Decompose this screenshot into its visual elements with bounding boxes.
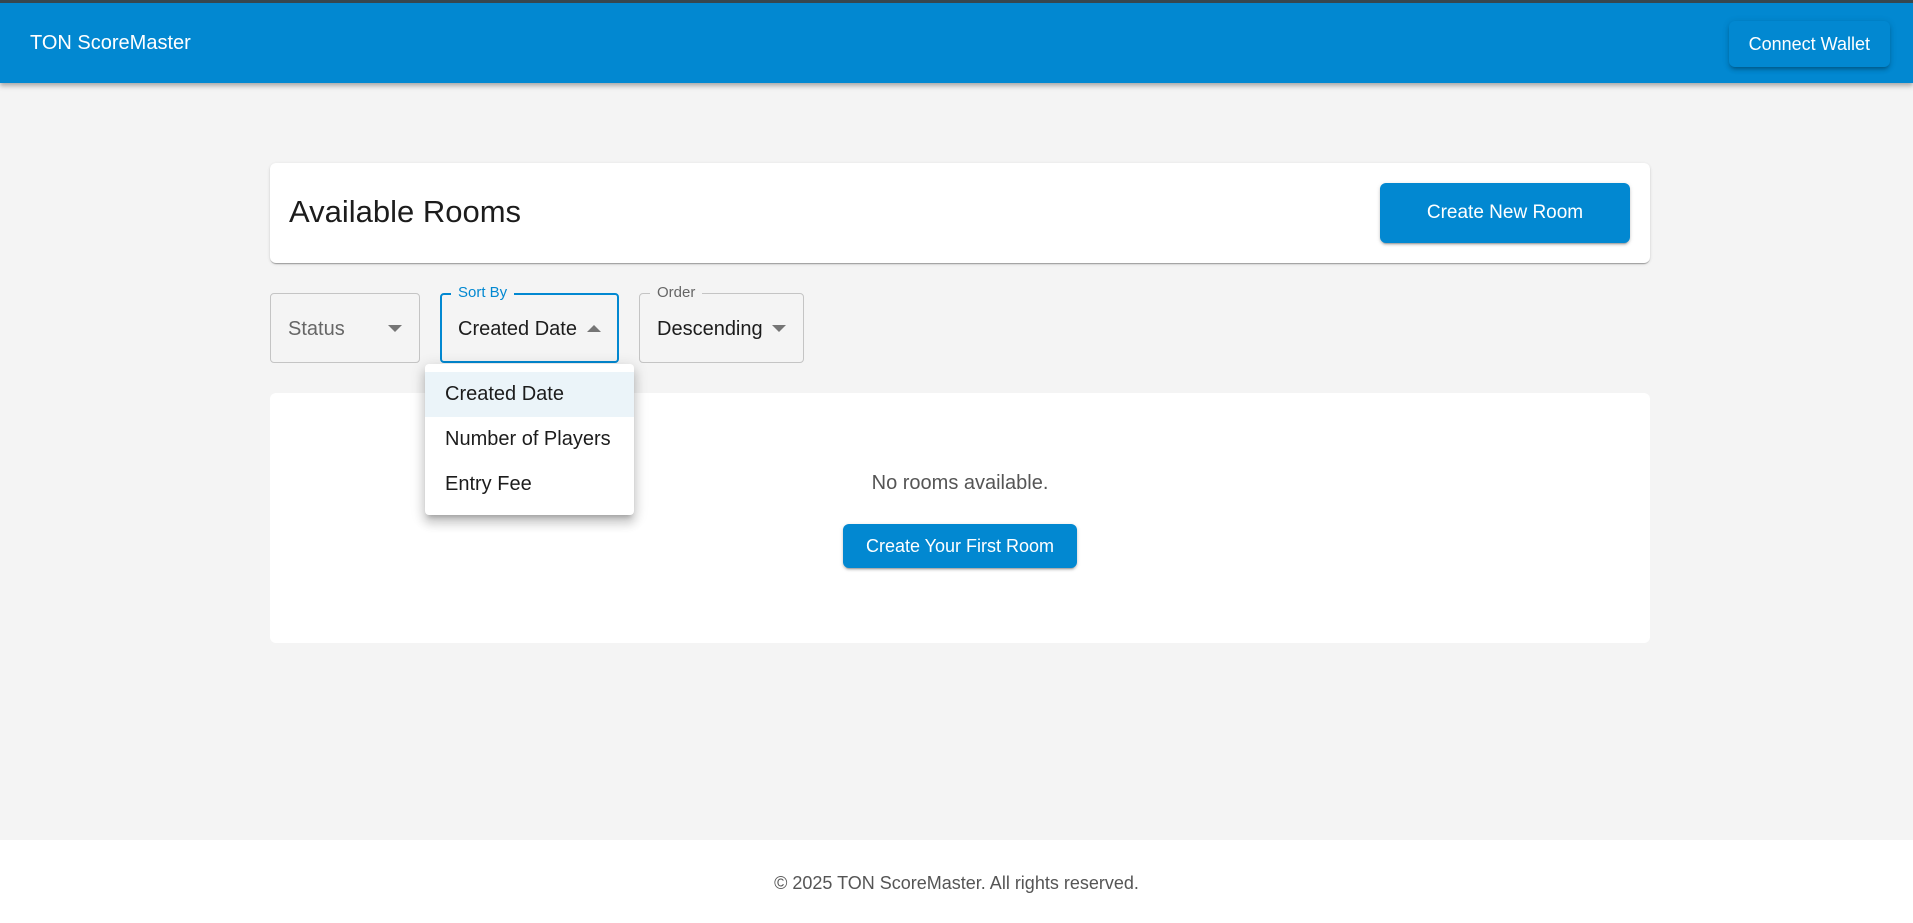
create-new-room-button[interactable]: Create New Room — [1380, 183, 1630, 243]
app-bar: TON ScoreMaster Connect Wallet — [0, 0, 1913, 83]
app-brand[interactable]: TON ScoreMaster — [30, 31, 191, 55]
chevron-down-icon — [388, 325, 402, 332]
page: TON ScoreMaster Connect Wallet Available… — [0, 0, 1913, 923]
status-select[interactable]: Status — [270, 293, 420, 363]
order-value: Descending — [657, 318, 763, 340]
sort-option-number-of-players[interactable]: Number of Players — [425, 417, 634, 462]
status-select-placeholder: Status — [288, 318, 345, 340]
sort-by-label: Sort By — [451, 284, 515, 302]
rooms-header-card: Available Rooms Create New Room — [270, 163, 1650, 263]
sort-option-created-date[interactable]: Created Date — [425, 372, 634, 417]
chevron-down-icon — [772, 325, 786, 332]
sort-option-entry-fee[interactable]: Entry Fee — [425, 462, 634, 507]
sort-by-select[interactable]: Sort By Created Date — [440, 284, 619, 363]
chevron-up-icon — [587, 325, 601, 332]
order-label: Order — [650, 284, 703, 302]
sort-by-menu: Created Date Number of Players Entry Fee — [425, 364, 634, 515]
create-first-room-button[interactable]: Create Your First Room — [843, 524, 1077, 568]
order-select[interactable]: Order Descending — [639, 284, 804, 363]
page-title: Available Rooms — [289, 194, 522, 229]
footer: © 2025 TON ScoreMaster. All rights reser… — [0, 840, 1913, 923]
copyright-text: © 2025 TON ScoreMaster. All rights reser… — [774, 873, 1139, 893]
sort-by-value: Created Date — [458, 318, 577, 340]
connect-wallet-button[interactable]: Connect Wallet — [1728, 21, 1890, 67]
